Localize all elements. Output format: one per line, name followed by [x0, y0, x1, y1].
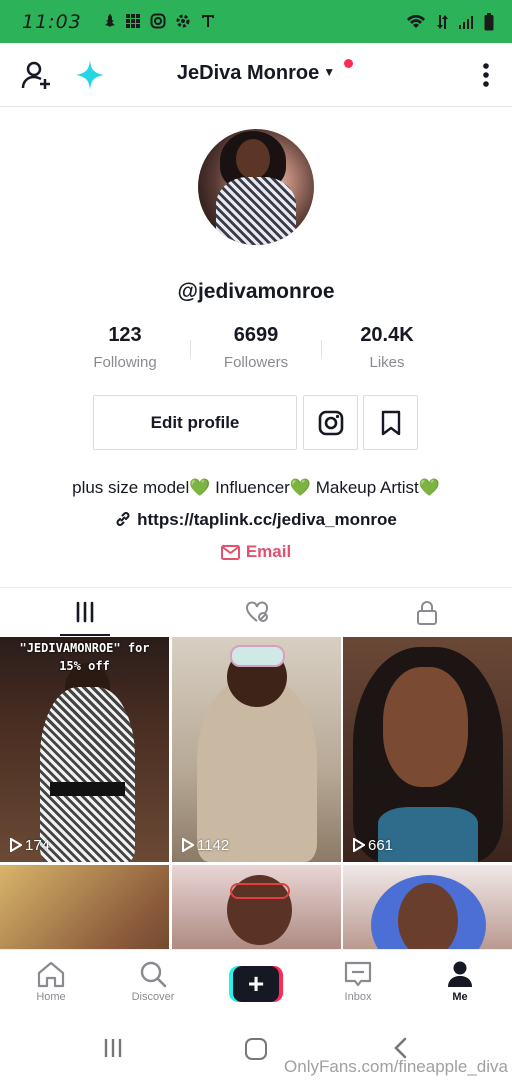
nav-home-label: Home: [36, 991, 66, 1003]
account-switcher[interactable]: JeDiva Monroe ▼: [0, 62, 512, 85]
bio-link-text: https://taplink.cc/jediva_monroe: [137, 510, 397, 529]
tab-active-indicator: [60, 634, 110, 636]
view-count: 174: [9, 837, 50, 854]
status-time: 11:03: [22, 11, 82, 33]
tab-liked[interactable]: [171, 588, 341, 638]
video-thumbnail[interactable]: "JEDIVAMONROE" for 15% off 174: [0, 637, 169, 862]
battery-icon: [484, 13, 494, 31]
stat-likes[interactable]: 20.4K Likes: [322, 324, 452, 371]
status-notification-icons: [100, 13, 216, 29]
profile-stats: 123 Following 6699 Followers 20.4K Likes: [60, 324, 452, 374]
username: @jedivamonroe: [177, 280, 335, 303]
video-thumbnail[interactable]: 661: [343, 637, 512, 862]
stat-following[interactable]: 123 Following: [60, 324, 190, 371]
system-home-icon[interactable]: [245, 1038, 267, 1060]
lock-icon: [417, 601, 437, 625]
chevron-down-icon: ▼: [323, 65, 336, 79]
email-button[interactable]: Email: [0, 542, 512, 562]
nav-home[interactable]: Home: [1, 960, 101, 1003]
bio-link[interactable]: https://taplink.cc/jediva_monroe: [0, 510, 512, 530]
status-system-icons: [406, 13, 494, 31]
edit-profile-button[interactable]: Edit profile: [93, 395, 297, 450]
search-icon: [140, 961, 167, 988]
settings-notification-icon: [176, 14, 190, 28]
stat-label: Likes: [369, 354, 405, 371]
nav-inbox-label: Inbox: [344, 991, 372, 1003]
back-icon[interactable]: [392, 1037, 408, 1059]
snapchat-notification-icon: [105, 14, 115, 27]
video-grid: "JEDIVAMONROE" for 15% off 174 1142 661: [0, 637, 512, 949]
nav-me[interactable]: Me: [410, 960, 510, 1003]
nav-inbox[interactable]: Inbox: [308, 960, 408, 1003]
play-icon: [182, 837, 195, 853]
tab-videos[interactable]: [0, 588, 170, 638]
home-icon: [37, 961, 65, 988]
bookmark-icon: [381, 410, 401, 436]
stat-value: 6699: [233, 324, 279, 346]
instagram-icon: [318, 410, 344, 436]
stat-value: 20.4K: [360, 324, 414, 346]
wifi-icon: [407, 14, 425, 28]
signal-icon: [459, 16, 473, 29]
video-thumbnail[interactable]: [0, 865, 169, 949]
video-caption-line: 15% off: [59, 659, 110, 673]
grid-notification-icon: [126, 14, 140, 28]
page-title: JeDiva Monroe: [176, 62, 320, 84]
hidden-heart-icon: [246, 601, 268, 622]
inbox-icon: [344, 961, 372, 987]
email-label: Email: [245, 542, 292, 561]
video-thumbnail[interactable]: 1142: [172, 637, 341, 862]
instagram-button[interactable]: [303, 395, 358, 450]
instagram-notification-icon: [150, 13, 166, 29]
more-options-icon[interactable]: [482, 60, 490, 90]
link-icon: [116, 512, 130, 526]
nav-me-label: Me: [452, 991, 468, 1003]
recents-icon[interactable]: [103, 1038, 123, 1058]
videos-grid-icon: [76, 601, 94, 623]
nav-discover-label: Discover: [131, 991, 175, 1003]
favorites-button[interactable]: [363, 395, 418, 450]
profile-header: JeDiva Monroe ▼: [0, 43, 512, 107]
video-thumbnail[interactable]: [343, 865, 512, 949]
profile-icon: [448, 961, 472, 987]
content-tabs: [0, 587, 512, 637]
plus-icon: +: [233, 966, 279, 1002]
data-transfer-icon: [437, 15, 448, 29]
stat-label: Followers: [223, 354, 289, 371]
video-thumbnail[interactable]: [172, 865, 341, 949]
view-count: 1142: [181, 837, 229, 854]
bio-text: plus size model💚 Influencer💚 Makeup Arti…: [72, 478, 440, 497]
view-count-value: 661: [368, 837, 394, 854]
view-count-value: 1142: [197, 837, 230, 854]
avatar[interactable]: [198, 129, 314, 245]
video-caption-line: "JEDIVAMONROE" for: [19, 641, 150, 655]
video-caption: "JEDIVAMONROE" for 15% off: [0, 639, 169, 675]
stat-followers[interactable]: 6699 Followers: [191, 324, 321, 371]
notification-dot: [344, 59, 353, 68]
view-count-value: 174: [25, 837, 51, 854]
stat-value: 123: [108, 324, 142, 346]
create-video-button[interactable]: +: [229, 966, 283, 1002]
mail-icon: [220, 545, 240, 560]
play-icon: [353, 837, 366, 853]
nav-discover[interactable]: Discover: [103, 960, 203, 1003]
play-icon: [10, 837, 23, 853]
tmobile-notification-icon: [202, 15, 214, 27]
status-bar: 11:03: [0, 0, 512, 43]
watermark: OnlyFans.com/fineapple_diva: [284, 1057, 508, 1076]
view-count: 661: [352, 837, 393, 854]
stat-label: Following: [93, 354, 157, 371]
tab-private[interactable]: [342, 588, 512, 638]
